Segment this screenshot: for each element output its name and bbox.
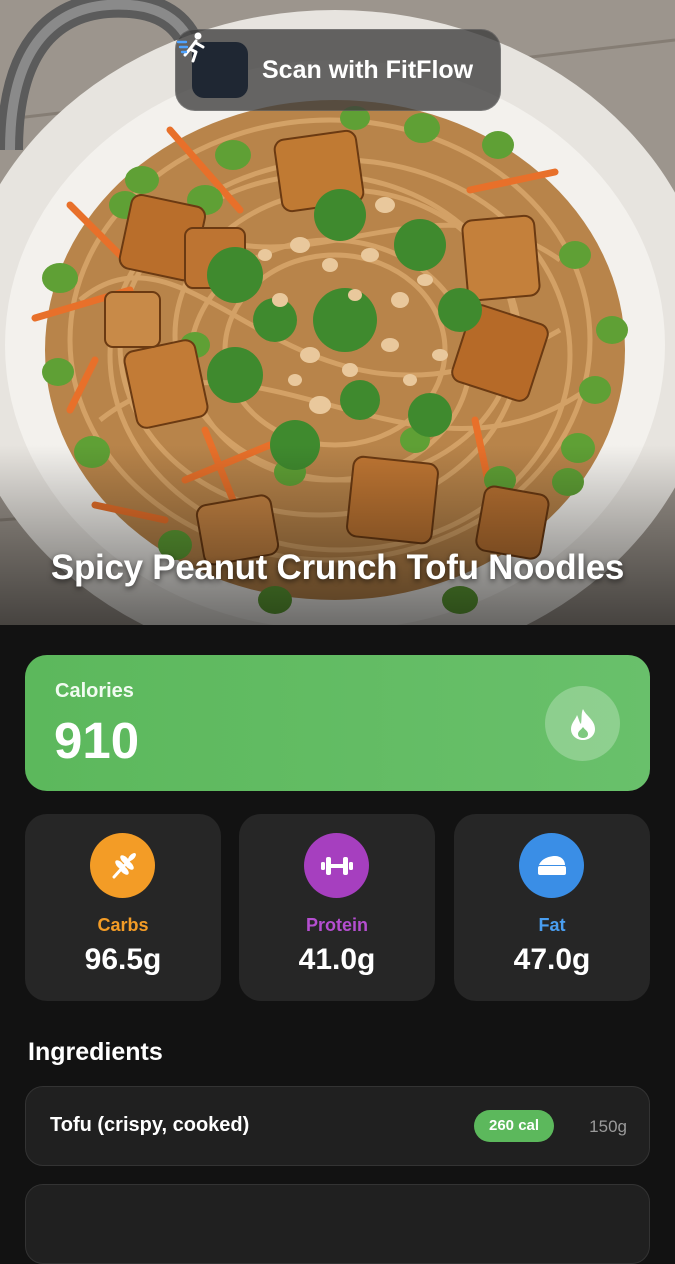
macro-card-fat: Fat 47.0g (454, 814, 650, 1001)
protein-label: Protein (305, 915, 368, 935)
dish-title: Spicy Peanut Crunch Tofu Noodles (50, 548, 625, 587)
protein-value: 41.0g (298, 943, 376, 976)
carbs-value: 96.5g (84, 943, 162, 976)
macro-card-protein: Protein 41.0g (239, 814, 435, 1001)
flame-icon (545, 686, 620, 761)
ingredient-weight: 150g (589, 1117, 627, 1136)
ingredient-calories-badge: 260 cal (474, 1110, 555, 1142)
carbs-label: Carbs (97, 915, 149, 935)
dumbbell-icon (304, 833, 369, 898)
calories-label: Calories (55, 680, 134, 702)
scan-button-label: Scan with FitFlow (262, 55, 474, 84)
calories-value: 910 (54, 712, 140, 769)
ingredient-row[interactable] (25, 1184, 650, 1264)
fat-label: Fat (538, 915, 566, 935)
ingredient-row[interactable]: Tofu (crispy, cooked) 260 cal 150g (25, 1086, 650, 1166)
wheat-icon (90, 833, 155, 898)
running-figure-icon (176, 32, 248, 98)
fat-value: 47.0g (513, 943, 591, 976)
calories-card: Calories 910 (25, 655, 650, 791)
scan-with-fitflow-button[interactable]: Scan with FitFlow (175, 29, 501, 111)
ingredients-heading: Ingredients (28, 1038, 163, 1066)
butter-icon (519, 833, 584, 898)
hero-gradient-overlay (0, 445, 675, 625)
food-photo: Spicy Peanut Crunch Tofu Noodles Scan wi… (0, 0, 675, 625)
macro-card-carbs: Carbs 96.5g (25, 814, 221, 1001)
ingredient-name: Tofu (crispy, cooked) (50, 1114, 250, 1136)
